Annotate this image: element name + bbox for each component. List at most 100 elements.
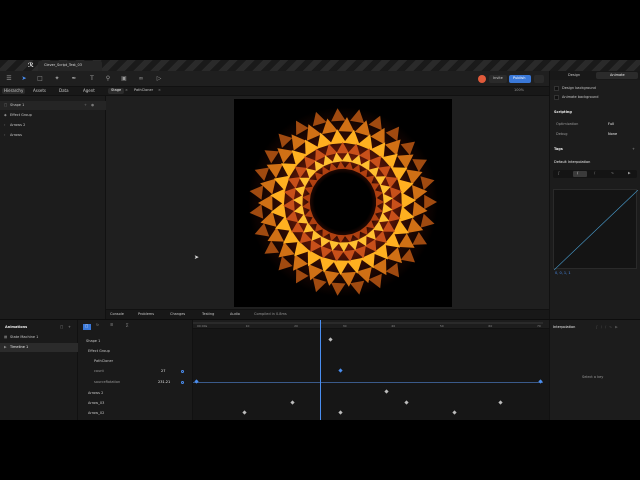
optimization-select[interactable]: Full xyxy=(608,122,614,127)
chevron-right-icon[interactable]: › xyxy=(4,123,5,128)
curve-values: 0, 0, 1, 1 xyxy=(555,271,571,275)
avatar[interactable]: R xyxy=(478,75,486,93)
menu-icon[interactable]: ☰ xyxy=(5,75,13,83)
document-tab[interactable]: Clever_Script_Test_03 xyxy=(38,61,102,71)
tree-item-arrows-2[interactable]: › Arrows 2 xyxy=(0,121,106,130)
property-sourcerotation-value[interactable]: 231.21 xyxy=(158,380,170,385)
mode-tabs: Design Animate xyxy=(550,71,640,80)
filter-icon[interactable]: ☰ xyxy=(110,323,113,328)
property-row-arrows-2[interactable]: Arrows 2 xyxy=(88,391,103,396)
add-icon[interactable]: + xyxy=(84,103,87,108)
interpolation-type-bar: ∫ ∕ ∕ ∿ ▶ xyxy=(553,170,637,178)
tab-animate[interactable]: Animate xyxy=(596,72,638,79)
tree-item-shape-1[interactable]: □ Shape 1 + ● xyxy=(0,101,106,110)
artboard[interactable] xyxy=(234,99,452,307)
pen-tool-icon[interactable]: ✒ xyxy=(70,75,78,83)
debug-select[interactable]: None xyxy=(608,132,617,137)
mandala-center xyxy=(316,175,370,229)
document-tab-label: Clever_Script_Test_03 xyxy=(44,63,82,67)
keyframe[interactable] xyxy=(384,389,389,394)
tab-hierarchy[interactable]: Hierarchy xyxy=(2,88,26,94)
tab-pathcloner[interactable]: PathCloner xyxy=(134,88,153,93)
tab-stage[interactable]: Stage xyxy=(108,88,125,94)
keyframe-interpolation-line xyxy=(193,382,543,383)
shape-icon: □ xyxy=(4,103,8,107)
close-icon[interactable]: × xyxy=(158,88,161,93)
add-tag-icon[interactable]: + xyxy=(632,147,635,152)
lock-icon[interactable]: ● xyxy=(91,103,94,108)
problems-tab[interactable]: Problems xyxy=(138,312,154,317)
step-curve-icon[interactable]: ▶ xyxy=(628,171,631,176)
keyframe[interactable] xyxy=(404,400,409,405)
elastic-curve-icon[interactable]: ∿ xyxy=(611,171,614,176)
fit-icon[interactable]: ∑ xyxy=(126,323,128,328)
publish-button[interactable]: Publish xyxy=(509,75,531,83)
audio-tab[interactable]: Audio xyxy=(230,312,240,317)
keyframe-toggle-icon[interactable] xyxy=(181,381,184,384)
interpolation-type-icons[interactable]: ∫∕∕∿▶ xyxy=(596,325,621,330)
interpolation-graph[interactable] xyxy=(553,189,639,271)
console-tab[interactable]: Console xyxy=(110,312,124,317)
tab-assets[interactable]: Assets xyxy=(33,89,46,93)
zoom-level[interactable]: 100% xyxy=(514,88,524,93)
property-row-shape-1[interactable]: Shape 1 xyxy=(86,339,100,344)
invite-button[interactable]: Invite xyxy=(489,75,507,83)
left-panel: Hierarchy Assets Data Agent □ Shape 1 + … xyxy=(0,87,106,319)
hold-curve-icon[interactable]: ∫ xyxy=(558,171,560,176)
timeline[interactable]: 00:00s 10 20 30 40 50 60 70 xyxy=(193,320,549,420)
right-panel: Design Animate Design background Animate… xyxy=(549,71,640,319)
tab-design[interactable]: Design xyxy=(568,73,580,78)
tab-data[interactable]: Data xyxy=(59,89,69,93)
group-tool-icon[interactable]: ▣ xyxy=(120,75,128,83)
loop-icon[interactable]: ↻ xyxy=(96,323,99,328)
path-cloner-mandala[interactable] xyxy=(234,99,452,307)
color-swatch[interactable] xyxy=(554,86,559,91)
cubic-curve-icon[interactable]: ∕ xyxy=(594,171,595,176)
changes-tab[interactable]: Changes xyxy=(170,312,185,317)
tab-agent[interactable]: Agent xyxy=(83,89,95,93)
animation-item-state-machine[interactable]: ▦ State Machine 1 xyxy=(0,333,78,342)
chevron-right-icon[interactable]: › xyxy=(4,133,5,138)
testing-tab[interactable]: Testing xyxy=(202,312,214,317)
timeline-ruler[interactable]: 00:00s 10 20 30 40 50 60 70 xyxy=(193,320,549,329)
animations-heading: Animations xyxy=(5,325,28,329)
keyframe[interactable] xyxy=(498,400,503,405)
playhead[interactable] xyxy=(319,320,321,420)
frame-tool-icon[interactable]: □ xyxy=(36,75,44,83)
shape-tool-icon[interactable]: ✦ xyxy=(53,75,61,83)
tree-item-effect-group[interactable]: ◆ Effect Group xyxy=(0,111,106,120)
app-logo-icon[interactable]: ℛ xyxy=(28,63,34,69)
tree-item-arrows[interactable]: › Arrows xyxy=(0,131,106,140)
share-button[interactable] xyxy=(534,75,544,83)
state-machine-icon: ▦ xyxy=(4,335,8,339)
play-icon[interactable]: ▷ xyxy=(155,75,163,83)
keyframe[interactable] xyxy=(242,410,247,415)
bone-tool-icon[interactable]: ⚲ xyxy=(104,75,112,83)
effect-icon: ◆ xyxy=(4,113,7,117)
keyframe[interactable] xyxy=(328,337,333,342)
optimization-label: Optimization xyxy=(556,122,579,126)
keyframe-toggle-icon[interactable] xyxy=(181,370,184,373)
property-row-arrow-02[interactable]: Arrow_02 xyxy=(88,411,104,416)
property-count-value[interactable]: 27 xyxy=(161,369,165,374)
keyframe[interactable] xyxy=(338,410,343,415)
link-tool-icon[interactable]: ∞ xyxy=(137,75,145,83)
folder-icon[interactable]: □ xyxy=(60,325,63,330)
select-mode-icon[interactable]: □ xyxy=(83,324,91,330)
animation-item-timeline[interactable]: ▶ Timeline 1 xyxy=(0,343,78,352)
keyframe[interactable] xyxy=(290,400,295,405)
linear-curve-icon[interactable]: ∕ xyxy=(573,171,587,177)
property-row-pathcloner[interactable]: PathCloner xyxy=(94,359,113,364)
timeline-controls: □ ↻ ☰ ∑ xyxy=(80,322,190,330)
color-swatch[interactable] xyxy=(554,95,559,100)
timeline-tick-label: 70 xyxy=(537,324,541,328)
close-icon[interactable]: × xyxy=(125,88,128,93)
console-bar: Console Problems Changes Testing Audio C… xyxy=(106,309,549,319)
keyframe[interactable] xyxy=(452,410,457,415)
add-animation-icon[interactable]: + xyxy=(68,325,71,330)
select-tool-icon[interactable]: ➤ xyxy=(20,75,28,83)
property-row-arrow-03[interactable]: Arrow_03 xyxy=(88,401,104,406)
text-tool-icon[interactable]: T xyxy=(88,75,96,83)
property-row-effect-group[interactable]: Effect Group xyxy=(88,349,110,354)
keyframe[interactable] xyxy=(338,368,343,373)
